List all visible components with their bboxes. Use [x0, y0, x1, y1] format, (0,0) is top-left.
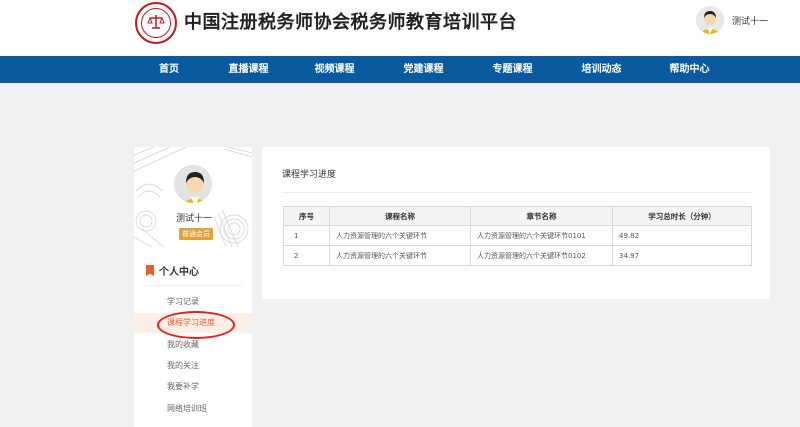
user-sidebar: 测试十一 普通会员 个人中心 学习记录 课程学习进度 我的收藏 我的关注 我要补…	[134, 147, 252, 427]
cell-index: 1	[283, 225, 330, 246]
cell-course-name[interactable]: 人力资源管理的六个关键环节	[329, 245, 471, 266]
cell-course-name[interactable]: 人力资源管理的六个关键环节	[329, 225, 471, 246]
column-header-index: 序号	[283, 206, 330, 226]
divider	[282, 192, 752, 193]
bookmark-icon	[146, 265, 154, 276]
sidebar-item-following[interactable]: 我的关注	[134, 356, 252, 376]
page-title: 课程学习进度	[282, 170, 337, 180]
nav-help-center[interactable]: 帮助中心	[662, 56, 717, 83]
cell-index: 2	[283, 245, 330, 266]
site-title[interactable]: 中国注册税务师协会税务师教育培训平台	[184, 8, 517, 34]
user-menu[interactable]: 测试十一	[696, 6, 768, 34]
member-badge: 普通会员	[179, 228, 213, 240]
nav-home[interactable]: 首页	[149, 56, 189, 83]
table-row: 1 人力资源管理的六个关键环节 人力资源管理的六个关键环节0101 49.82	[283, 225, 752, 246]
association-logo-icon[interactable]	[135, 2, 177, 44]
cell-chapter-name[interactable]: 人力资源管理的六个关键环节0101	[470, 225, 613, 246]
cell-duration: 49.82	[612, 225, 752, 246]
cell-chapter-name[interactable]: 人力资源管理的六个关键环节0102	[470, 245, 613, 266]
annotation-circle	[157, 311, 235, 339]
cell-duration: 34.97	[612, 245, 752, 266]
nav-live-courses[interactable]: 直播课程	[221, 56, 276, 83]
nav-topic-courses[interactable]: 专题课程	[485, 56, 540, 83]
column-header-course-name: 课程名称	[329, 206, 471, 226]
nav-video-courses[interactable]: 视频课程	[307, 56, 362, 83]
progress-table: 序号 课程名称 章节名称 学习总时长（分钟） 1 人力资源管理的六个关键环节 人…	[283, 206, 752, 266]
table-row: 2 人力资源管理的六个关键环节 人力资源管理的六个关键环节0102 34.97	[283, 245, 752, 266]
personal-center-heading: 个人中心	[146, 263, 199, 278]
header-username[interactable]: 测试十一	[732, 14, 768, 27]
sidebar-item-makeup-study[interactable]: 我要补学	[134, 377, 252, 397]
divider	[146, 285, 242, 286]
section-title: 个人中心	[159, 267, 199, 278]
sidebar-avatar-icon[interactable]	[172, 163, 214, 205]
main-nav: 首页 直播课程 视频课程 党建课程 专题课程 培训动态 帮助中心	[0, 56, 800, 83]
column-header-total-duration: 学习总时长（分钟）	[612, 206, 752, 226]
sidebar-item-online-classes[interactable]: 网络培训班	[134, 399, 252, 419]
main-content: 课程学习进度 序号 课程名称 章节名称 学习总时长（分钟） 1 人力资源管理的六…	[262, 147, 770, 299]
top-header: 中国注册税务师协会税务师教育培训平台 测试十一	[0, 0, 800, 56]
column-header-chapter-name: 章节名称	[470, 206, 613, 226]
nav-party-courses[interactable]: 党建课程	[396, 56, 451, 83]
user-avatar-icon[interactable]	[696, 6, 724, 34]
sidebar-username: 测试十一	[176, 214, 213, 224]
nav-training-news[interactable]: 培训动态	[574, 56, 629, 83]
sidebar-item-study-records[interactable]: 学习记录	[134, 292, 252, 312]
